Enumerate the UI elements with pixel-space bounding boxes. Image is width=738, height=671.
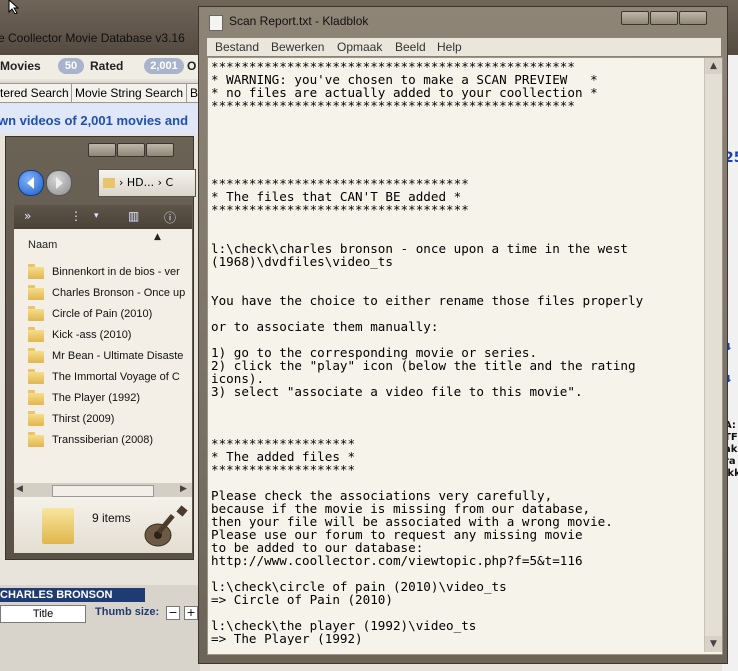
arrow-right-icon [56, 177, 63, 189]
close-button[interactable] [679, 11, 707, 25]
thumb-larger-button[interactable]: + [184, 606, 198, 620]
organize-icon[interactable]: ⋮ [70, 209, 82, 223]
folder-icon [28, 306, 44, 321]
column-header-label: Naam [28, 239, 58, 251]
address-chevron: › [119, 176, 124, 189]
address-bar[interactable]: › HD... › C [98, 169, 196, 197]
address-segment[interactable]: HD... [127, 176, 154, 189]
list-item-label: The Player (1992) [52, 392, 141, 404]
menu-opmaak[interactable]: Opmaak [337, 40, 382, 54]
menu-bestand[interactable]: Bestand [215, 40, 259, 54]
help-icon[interactable]: ⓘ [164, 209, 176, 226]
menu-bar: Bestand Bewerken Opmaak Beeld Help [207, 38, 721, 56]
banner-text: wn videos of 2,001 movies and [0, 113, 189, 128]
folder-large-icon [42, 508, 74, 544]
list-item[interactable]: The Player (1992) [28, 389, 192, 409]
minimize-button[interactable] [621, 11, 649, 25]
chevron-right-icon[interactable]: » [24, 209, 31, 223]
folder-icon [28, 369, 44, 384]
list-item[interactable]: Kick -ass (2010) [28, 326, 192, 346]
address-chevron: › [157, 176, 163, 189]
window-title: Scan Report.txt - Kladblok [229, 14, 369, 28]
arrow-left-icon [27, 177, 34, 189]
sort-title-field[interactable]: Title [0, 605, 86, 623]
list-item-label: The Immortal Voyage of C [52, 371, 180, 383]
close-button[interactable] [146, 143, 174, 157]
list-item[interactable]: Mr Bean - Ultimate Disaste [28, 347, 192, 367]
movies-count-badge[interactable]: 50 [58, 58, 84, 74]
list-item-label: Kick -ass (2010) [52, 329, 132, 341]
rated-count-badge[interactable]: 2,001 [144, 58, 184, 74]
actor-header: CHARLES BRONSON [0, 588, 145, 602]
chevron-down-icon[interactable]: ▾ [94, 211, 99, 221]
folder-icon [28, 390, 44, 405]
scroll-up-icon[interactable]: ▲ [705, 58, 722, 74]
address-segment[interactable]: C [166, 176, 174, 189]
menu-bewerken[interactable]: Bewerken [271, 40, 324, 54]
thumb-size-label: Thumb size: [95, 606, 160, 618]
coollector-title: e Coollector Movie Database v3.16 [0, 31, 185, 45]
back-button[interactable] [18, 170, 44, 196]
list-item-label: Mr Bean - Ultimate Disaste [52, 350, 184, 362]
scroll-right-icon[interactable]: ▶ [180, 484, 187, 494]
folder-icon [103, 178, 115, 188]
notepad-window: Scan Report.txt - Kladblok Bestand Bewer… [198, 6, 728, 664]
scroll-left-icon[interactable]: ◀ [16, 484, 23, 494]
list-item[interactable]: Thirst (2009) [28, 410, 192, 430]
folder-icon [28, 432, 44, 447]
thumb-smaller-button[interactable]: − [166, 606, 180, 620]
minimize-button[interactable] [88, 143, 116, 157]
list-item[interactable]: Charles Bronson - Once up [28, 284, 192, 304]
folder-icon [28, 285, 44, 300]
list-item-label: Binnenkort in de bios - ver [52, 266, 180, 278]
sort-up-icon: ▲ [154, 232, 161, 242]
mouse-cursor-icon [8, 0, 20, 14]
document-text[interactable]: ****************************************… [211, 60, 701, 645]
text-editor[interactable]: ****************************************… [207, 57, 723, 655]
list-item[interactable]: Transsiberian (2008) [28, 431, 192, 451]
explorer-toolbar: » ⋮ ▾ ▥ ⓘ [14, 205, 192, 229]
forward-button[interactable] [46, 170, 72, 196]
folder-icon [28, 411, 44, 426]
vertical-scrollbar[interactable]: ▲ ▼ [704, 58, 722, 652]
folder-icon [28, 264, 44, 279]
list-item[interactable]: Binnenkort in de bios - ver [28, 263, 192, 283]
file-list: ▲ Naam Binnenkort in de bios - ver Charl… [14, 229, 192, 487]
maximize-button[interactable] [117, 143, 145, 157]
tab-movie-string-search[interactable]: Movie String Search [71, 83, 188, 103]
details-pane: 9 items [14, 497, 192, 553]
column-header-name[interactable]: ▲ Naam [14, 229, 192, 257]
item-count: 9 items [92, 511, 131, 525]
horizontal-scrollbar[interactable]: ◀ ▶ [14, 483, 192, 497]
folder-icon [28, 327, 44, 342]
explorer-window: › HD... › C » ⋮ ▾ ▥ ⓘ ▲ Naam Binnenkort … [5, 136, 196, 560]
list-item-label: Circle of Pain (2010) [52, 308, 153, 320]
maximize-button[interactable] [650, 11, 678, 25]
movies-label: Movies [0, 59, 41, 73]
view-pane-icon[interactable]: ▥ [128, 209, 139, 223]
explorer-caption-buttons [88, 143, 175, 160]
list-item-label: Charles Bronson - Once up [52, 287, 186, 299]
guitar-icon [144, 505, 188, 547]
notepad-caption-buttons [621, 11, 708, 28]
other-label: O [187, 59, 197, 73]
explorer-nav: › HD... › C [14, 169, 196, 200]
list-item-label: Thirst (2009) [52, 413, 115, 425]
menu-beeld[interactable]: Beeld [395, 40, 426, 54]
folder-icon [28, 348, 44, 363]
scroll-down-icon[interactable]: ▼ [705, 636, 722, 652]
list-item[interactable]: The Immortal Voyage of C [28, 368, 192, 388]
list-item-label: Transsiberian (2008) [52, 434, 154, 446]
notepad-icon [209, 15, 223, 31]
menu-help[interactable]: Help [437, 40, 462, 54]
tab-filtered-search[interactable]: tered Search [0, 83, 73, 103]
scroll-thumb[interactable] [52, 485, 154, 497]
rated-label: Rated [90, 59, 124, 73]
list-item[interactable]: Circle of Pain (2010) [28, 305, 192, 325]
